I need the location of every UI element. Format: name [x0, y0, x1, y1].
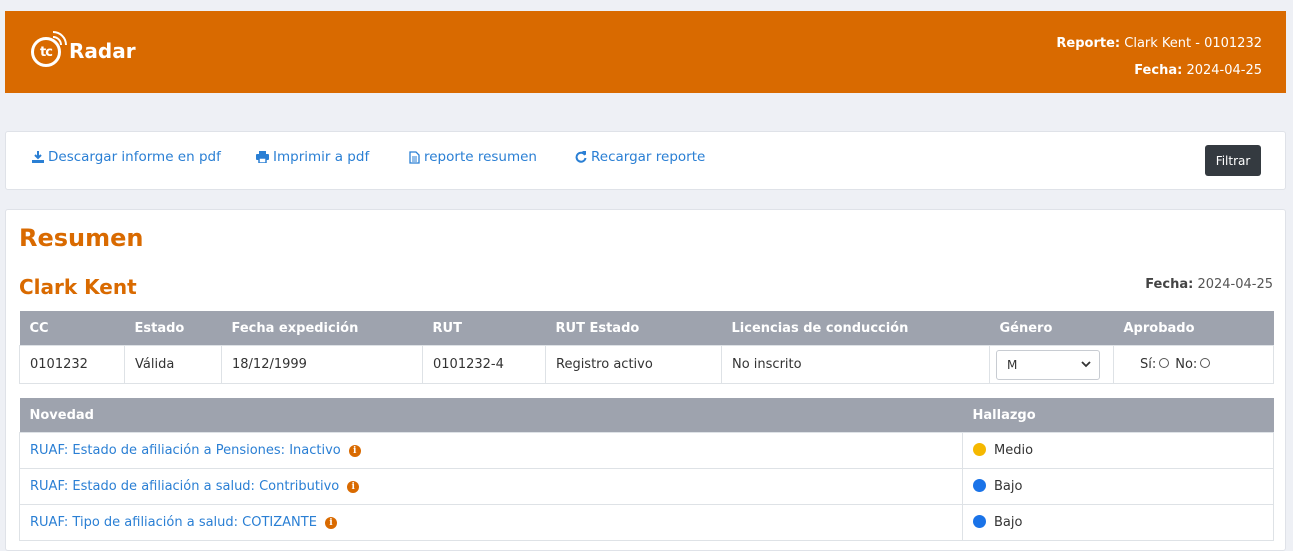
- table-row: 0101232 Válida 18/12/1999 0101232-4 Regi…: [19, 345, 1274, 384]
- filter-button[interactable]: Filtrar: [1205, 145, 1261, 176]
- aprobado-si-label: Sí:: [1140, 357, 1157, 372]
- column-header: Hallazgo: [962, 398, 1274, 433]
- cc-cell: 0101232: [19, 345, 125, 384]
- table-row: RUAF: Estado de afiliación a Pensiones: …: [19, 432, 1274, 469]
- hallazgo-cell: Bajo: [962, 504, 1274, 541]
- aprobado-cell: Sí: No:: [1113, 345, 1274, 384]
- report-label: Reporte:: [1056, 36, 1121, 51]
- column-header: CC: [19, 311, 125, 346]
- table-row: RUAF: Tipo de afiliación a salud: COTIZA…: [19, 504, 1274, 541]
- info-icon[interactable]: i: [347, 481, 360, 493]
- person-table: CC Estado Fecha expedición RUT RUT Estad…: [19, 311, 1274, 384]
- estado-cell: Válida: [124, 345, 222, 384]
- severity-dot-icon: [973, 515, 986, 528]
- rut-estado-cell: Registro activo: [545, 345, 722, 384]
- hallazgo-label: Bajo: [994, 515, 1023, 530]
- print-icon: [256, 151, 269, 163]
- genero-selected-value: M: [1007, 357, 1018, 372]
- novedad-link[interactable]: RUAF: Estado de afiliación a salud: Cont…: [30, 479, 339, 494]
- info-icon[interactable]: i: [324, 517, 337, 529]
- severity-dot-icon: [973, 443, 986, 456]
- column-header: Licencias de conducción: [721, 311, 990, 346]
- aprobado-si-radio[interactable]: [1159, 358, 1170, 368]
- aprobado-no-radio[interactable]: [1200, 358, 1211, 368]
- chevron-down-icon: [1081, 361, 1091, 368]
- logo-mark-icon: tc: [31, 29, 71, 73]
- column-header: Novedad: [19, 398, 963, 433]
- genero-select[interactable]: M: [996, 349, 1100, 380]
- header-date-value: 2024-04-25: [1186, 63, 1262, 78]
- novedades-table: Novedad Hallazgo RUAF: Estado de afiliac…: [19, 398, 1274, 541]
- header-date-label: Fecha:: [1134, 63, 1183, 78]
- person-table-header: CC Estado Fecha expedición RUT RUT Estad…: [19, 311, 1274, 346]
- info-icon[interactable]: i: [348, 445, 361, 457]
- print-pdf-link[interactable]: Imprimir a pdf: [256, 149, 369, 165]
- report-value: Clark Kent - 0101232: [1124, 36, 1262, 51]
- summary-date-label: Fecha:: [1145, 277, 1194, 292]
- column-header: Aprobado: [1113, 311, 1274, 346]
- summary-date: Fecha: 2024-04-25: [1145, 277, 1273, 292]
- fecha-expedicion-cell: 18/12/1999: [221, 345, 423, 384]
- report-info: Reporte: Clark Kent - 0101232 Fecha: 202…: [1056, 30, 1262, 84]
- column-header: Estado: [124, 311, 222, 346]
- radar-logo[interactable]: tc Radar: [31, 29, 136, 73]
- column-header: RUT: [422, 311, 546, 346]
- novedad-cell: RUAF: Tipo de afiliación a salud: COTIZA…: [19, 504, 963, 541]
- table-row: RUAF: Estado de afiliación a salud: Cont…: [19, 468, 1274, 505]
- reload-report-link[interactable]: Recargar reporte: [575, 149, 705, 165]
- severity-dot-icon: [973, 479, 986, 492]
- aprobado-no-label: No:: [1175, 357, 1198, 372]
- hallazgo-cell: Medio: [962, 432, 1274, 469]
- hallazgo-label: Bajo: [994, 479, 1023, 494]
- print-pdf-label: Imprimir a pdf: [273, 149, 370, 165]
- logo-text: Radar: [69, 39, 136, 63]
- person-name: Clark Kent: [19, 275, 137, 299]
- hallazgo-label: Medio: [994, 443, 1034, 458]
- genero-cell: M: [989, 345, 1114, 384]
- novedad-cell: RUAF: Estado de afiliación a Pensiones: …: [19, 432, 963, 469]
- summary-report-link[interactable]: reporte resumen: [409, 149, 537, 165]
- hallazgo-cell: Bajo: [962, 468, 1274, 505]
- novedad-link[interactable]: RUAF: Tipo de afiliación a salud: COTIZA…: [30, 515, 317, 530]
- document-icon: [409, 150, 420, 164]
- summary-card: Resumen Clark Kent Fecha: 2024-04-25 CC …: [5, 209, 1286, 551]
- licencias-cell: No inscrito: [721, 345, 990, 384]
- reload-report-label: Recargar reporte: [591, 149, 706, 165]
- refresh-icon: [575, 151, 587, 163]
- download-pdf-label: Descargar informe en pdf: [48, 149, 221, 165]
- novedad-cell: RUAF: Estado de afiliación a salud: Cont…: [19, 468, 963, 505]
- column-header: Género: [989, 311, 1114, 346]
- summary-date-value: 2024-04-25: [1197, 277, 1273, 292]
- novedad-link[interactable]: RUAF: Estado de afiliación a Pensiones: …: [30, 443, 341, 458]
- novedades-table-header: Novedad Hallazgo: [19, 398, 1274, 433]
- section-title: Resumen: [19, 224, 144, 252]
- summary-report-label: reporte resumen: [424, 149, 537, 165]
- column-header: RUT Estado: [545, 311, 722, 346]
- rut-cell: 0101232-4: [422, 345, 546, 384]
- app-header: tc Radar Reporte: Clark Kent - 0101232 F…: [5, 11, 1286, 93]
- download-pdf-link[interactable]: Descargar informe en pdf: [32, 149, 221, 165]
- action-toolbar: Descargar informe en pdf Imprimir a pdf …: [5, 131, 1286, 190]
- download-icon: [32, 151, 44, 163]
- column-header: Fecha expedición: [221, 311, 423, 346]
